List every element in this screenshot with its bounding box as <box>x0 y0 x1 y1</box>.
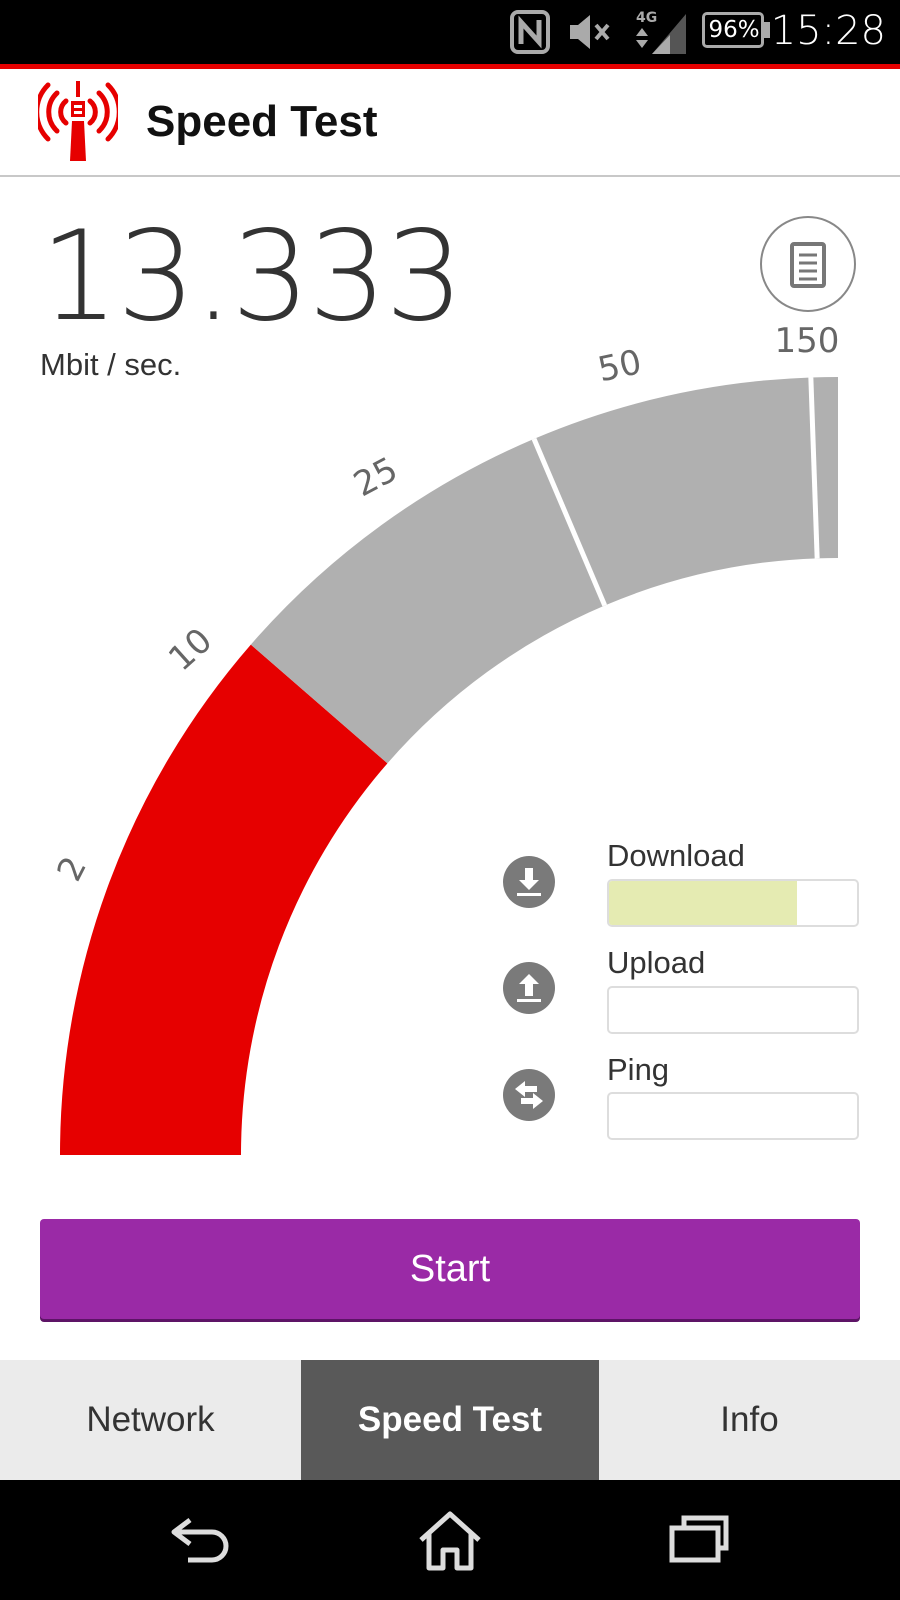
mute-icon <box>570 15 610 49</box>
ping-label: Ping <box>607 1052 670 1087</box>
report-button[interactable] <box>760 216 856 312</box>
signal-icon: 4G <box>636 10 686 54</box>
speed-gauge: 2 10 25 50 150 <box>49 321 840 1155</box>
document-icon <box>790 242 826 288</box>
start-button[interactable]: Start <box>40 1219 860 1319</box>
gauge-tick-label: 25 <box>347 449 404 505</box>
app-title: Speed Test <box>146 97 378 146</box>
download-progress-fill <box>609 881 798 925</box>
battery-icon: 96% <box>702 12 770 48</box>
clock: 15:28 <box>770 8 886 54</box>
back-icon[interactable] <box>168 1510 236 1570</box>
navigation-bar <box>0 1480 900 1600</box>
gauge-tick-label: 10 <box>161 620 220 679</box>
tab-info[interactable]: Info <box>599 1360 900 1480</box>
gauge-segment <box>60 644 388 1155</box>
download-icon <box>503 856 555 908</box>
battery-level: 96% <box>708 17 760 43</box>
home-icon[interactable] <box>415 1510 485 1572</box>
recents-icon[interactable] <box>668 1510 732 1570</box>
nfc-icon <box>510 10 550 54</box>
swap-arrows-icon <box>503 1069 555 1121</box>
tab-network[interactable]: Network <box>0 1360 301 1480</box>
upload-progress-bar <box>607 986 859 1034</box>
ping-progress-bar <box>607 1092 859 1140</box>
gauge-tick-label: 2 <box>49 850 94 887</box>
radio-tower-icon <box>38 81 118 161</box>
download-label: Download <box>607 838 745 873</box>
upload-label: Upload <box>607 945 706 980</box>
gauge-tick-label: 150 <box>775 321 840 361</box>
tab-bar: Network Speed Test Info <box>0 1360 900 1480</box>
tab-speed-test[interactable]: Speed Test <box>301 1360 599 1480</box>
gauge-tick-label: 50 <box>594 342 645 390</box>
upload-icon <box>503 962 555 1014</box>
status-bar: 4G 96% 15:28 <box>0 0 900 64</box>
app-bar: Speed Test <box>0 69 900 177</box>
network-type-label: 4G <box>636 10 657 26</box>
download-progress-bar <box>607 879 859 927</box>
